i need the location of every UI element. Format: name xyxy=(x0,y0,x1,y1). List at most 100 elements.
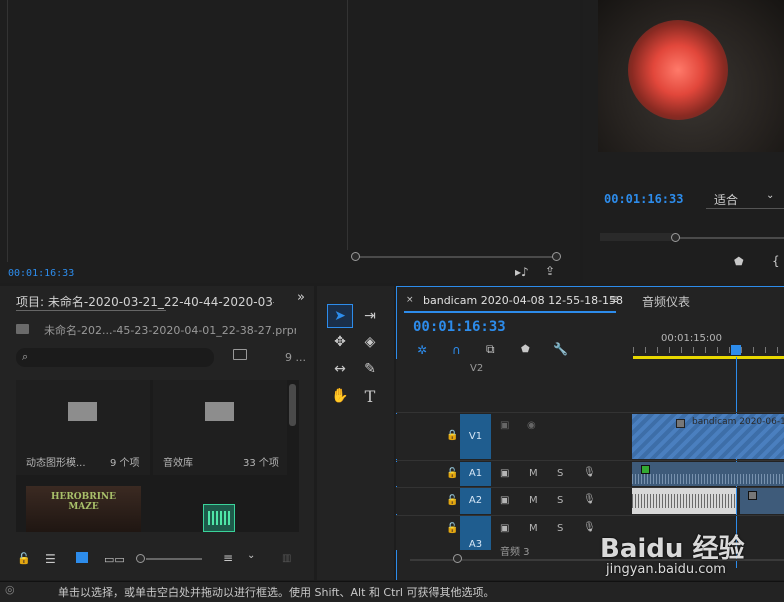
project-title-underline xyxy=(16,310,166,311)
track-label-a3[interactable]: A3 xyxy=(460,516,491,550)
insert-icon[interactable]: ⇪ xyxy=(545,264,555,278)
playhead-handle[interactable] xyxy=(731,345,741,355)
bin-grid: 动态图形模... 9 个项 音效库 33 个项 HEROBRINE MAZE xyxy=(16,380,299,532)
automate-icon[interactable]: ▥ xyxy=(282,553,291,564)
track-header-v1: 🔒 V1 ▣ ◉ xyxy=(396,414,632,459)
razor-tool[interactable]: ◈ xyxy=(357,330,383,354)
source-scroll-start[interactable] xyxy=(351,252,360,261)
sync-lock-icon[interactable]: ▣ xyxy=(500,495,509,506)
folder-icon xyxy=(68,402,97,421)
solo-button[interactable]: S xyxy=(557,523,563,534)
type-tool[interactable]: T xyxy=(357,384,383,408)
track-label-a2[interactable]: A2 xyxy=(460,488,491,514)
pen-tool[interactable]: ✎ xyxy=(357,357,383,381)
slip-tool[interactable]: ↔ xyxy=(327,357,353,381)
mute-button[interactable]: M xyxy=(529,468,538,479)
marker-icon[interactable]: ⬟ xyxy=(734,255,744,268)
eye-icon[interactable]: ◉ xyxy=(527,420,536,431)
microphone-icon[interactable]: 🎙 xyxy=(583,522,596,533)
program-dropdown-underline xyxy=(706,208,784,209)
magnet-icon[interactable]: ∩ xyxy=(452,343,461,357)
mute-button[interactable]: M xyxy=(529,495,538,506)
track-header-v2: V2 xyxy=(396,359,632,412)
project-file-name: 未命名-202...-45-23-2020-04-01_22-38-27.prp… xyxy=(44,324,296,337)
bin-name: 动态图形模... xyxy=(26,458,86,469)
list-view-icon[interactable]: ☰ xyxy=(45,552,56,566)
sync-lock-icon[interactable]: ▣ xyxy=(500,420,509,431)
bin-item[interactable]: 音效库 33 个项 xyxy=(153,380,287,475)
waveform-icon xyxy=(208,511,230,525)
sync-lock-icon[interactable]: ▣ xyxy=(500,468,509,479)
ripple-edit-tool[interactable]: ✥ xyxy=(327,330,353,354)
audio-clip-a2-b[interactable] xyxy=(740,488,784,514)
freeform-view-icon[interactable]: ▭▭ xyxy=(104,553,125,566)
timeline-timecode[interactable]: 00:01:16:33 xyxy=(413,319,506,335)
add-marker-icon[interactable]: ⬟ xyxy=(521,344,530,355)
microphone-icon[interactable]: 🎙 xyxy=(583,494,596,505)
ruler-ticks xyxy=(633,347,784,353)
wrench-icon[interactable]: 🔧 xyxy=(553,342,568,356)
video-thumbnail[interactable]: HEROBRINE MAZE xyxy=(26,486,141,532)
search-icon: ⌕ xyxy=(22,350,29,363)
track-label-v2: V2 xyxy=(470,363,484,374)
source-scrollbar[interactable] xyxy=(356,256,556,258)
lock-icon[interactable]: 🔓 xyxy=(446,523,458,534)
chevron-down-icon: ⌄ xyxy=(766,190,775,201)
sync-lock-icon[interactable]: ▣ xyxy=(500,523,509,534)
zoom-slider[interactable] xyxy=(146,558,202,560)
source-timecode[interactable]: 00:01:16:33 xyxy=(8,268,74,279)
project-panel-title[interactable]: 项目: 未命名-2020-03-21_22-40-44-2020-03-28_2… xyxy=(16,293,274,310)
in-point-icon[interactable]: { xyxy=(772,254,780,268)
program-scroll-fill xyxy=(600,233,675,241)
audio-clip-a1[interactable] xyxy=(632,462,784,486)
selection-tool[interactable]: ➤ xyxy=(327,304,353,328)
lock-icon[interactable]: 🔓 xyxy=(446,468,458,479)
bin-count: 9 个项 xyxy=(110,458,140,469)
lock-icon[interactable]: 🔓 xyxy=(446,495,458,506)
hand-tool[interactable]: ✋ xyxy=(327,384,353,408)
source-scroll-end[interactable] xyxy=(552,252,561,261)
time-ruler[interactable]: 00:01:15:00 xyxy=(633,321,784,359)
export-audio-icon[interactable]: ▸♪ xyxy=(515,265,529,279)
lock-icon[interactable]: 🔓 xyxy=(17,552,31,565)
solo-button[interactable]: S xyxy=(557,495,563,506)
snap-in-icon[interactable]: ✲ xyxy=(417,343,427,357)
tools-panel: ➤ ⇥ ✥ ◈ ↔ ✎ ✋ T xyxy=(317,286,394,580)
linked-selection-icon[interactable]: ⧉ xyxy=(486,342,495,357)
fit-dropdown[interactable]: 适合 ⌄ xyxy=(706,189,784,207)
sort-icon[interactable]: ≡ xyxy=(223,551,233,565)
bin-item[interactable]: 动态图形模... 9 个项 xyxy=(16,380,150,475)
timeline-scroll-knob[interactable] xyxy=(453,554,462,563)
mute-button[interactable]: M xyxy=(529,523,538,534)
zoom-slider-knob[interactable] xyxy=(136,554,145,563)
audio-clip-a2[interactable] xyxy=(632,488,736,514)
find-icon[interactable] xyxy=(233,349,247,360)
track-select-tool[interactable]: ⇥ xyxy=(357,304,383,328)
close-icon[interactable]: × xyxy=(406,295,414,305)
sort-chevron-down-icon[interactable]: ⌄ xyxy=(247,550,255,561)
panel-menu-chevron-icon[interactable]: » xyxy=(297,290,305,305)
microphone-icon[interactable]: 🎙 xyxy=(583,467,596,478)
project-search-input[interactable]: ⌕ xyxy=(16,348,214,367)
program-monitor: 00:01:16:33 适合 ⌄ ⬟ { xyxy=(583,0,784,283)
audio-meter-tab[interactable]: 音频仪表 xyxy=(642,293,690,310)
track-header-a1: 🔓 A1 ▣ M S 🎙 xyxy=(396,462,632,486)
work-area-bar[interactable] xyxy=(633,356,784,359)
audio-thumbnail[interactable] xyxy=(203,504,235,532)
project-panel: 项目: 未命名-2020-03-21_22-40-44-2020-03-28_2… xyxy=(0,286,314,580)
video-clip[interactable]: bandicam 2020-06-10 xyxy=(632,414,784,459)
tab-menu-icon[interactable]: ≡ xyxy=(609,292,619,306)
track-header-a3: 🔓 A3 ▣ M S 🎙 音频 3 xyxy=(396,516,632,558)
lock-icon[interactable]: 🔒 xyxy=(446,430,458,441)
track-label-a1[interactable]: A1 xyxy=(460,462,491,486)
sequence-tab[interactable]: bandicam 2020-04-08 12-55-18-158 xyxy=(423,294,623,307)
waveform xyxy=(632,474,784,484)
program-timecode[interactable]: 00:01:16:33 xyxy=(604,192,683,206)
icon-view-icon[interactable] xyxy=(76,552,88,563)
project-folder-icon xyxy=(16,324,29,334)
program-scroll-knob[interactable] xyxy=(671,233,680,242)
sequence-tab-underline xyxy=(404,311,616,313)
solo-button[interactable]: S xyxy=(557,468,563,479)
bin-scrollbar[interactable] xyxy=(289,384,296,426)
track-label-v1[interactable]: V1 xyxy=(460,414,491,459)
